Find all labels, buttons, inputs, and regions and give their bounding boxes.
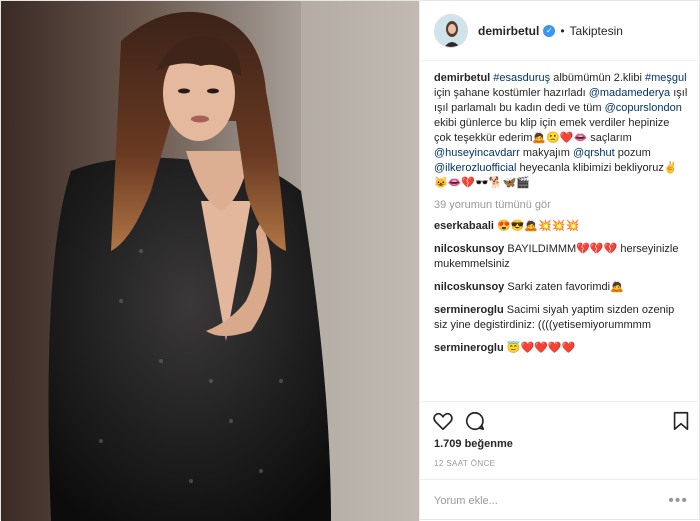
comment-item: nilcoskunsoy Sarki zaten favorimdi🙇	[434, 280, 688, 295]
action-bar	[420, 401, 700, 439]
post-header: demirbetul ✓ • Takiptesin	[420, 1, 700, 61]
comment-username[interactable]: sermineroglu	[434, 342, 504, 354]
comment-list: eserkabaali 😍😎🙇💥💥💥 nilcoskunsoy BAYILDIMM…	[434, 219, 688, 356]
caption-tag-link[interactable]: #meşgul	[645, 72, 687, 84]
caption-tag-link[interactable]: @ilkerozluofficial	[434, 162, 517, 174]
caption-segment: ekibi günlerce bu klip için emek verdile…	[434, 117, 670, 144]
instagram-post: demirbetul ✓ • Takiptesin demirbetul #es…	[0, 0, 700, 521]
header-username[interactable]: demirbetul	[478, 24, 539, 38]
post-timestamp[interactable]: 12 SAAT ÖNCE	[434, 459, 495, 468]
caption-segment: makyajım	[519, 147, 573, 159]
add-comment-bar: •••	[420, 479, 700, 521]
heart-icon[interactable]	[432, 410, 454, 432]
add-comment-input[interactable]	[434, 494, 654, 507]
follow-status[interactable]: Takiptesin	[570, 24, 623, 38]
caption-tag-link[interactable]: @qrshut	[573, 147, 615, 159]
post-photo-illustration	[1, 1, 419, 521]
comment-item: sermineroglu Sacimi siyah yaptim sizden …	[434, 303, 688, 333]
avatar-image	[435, 14, 467, 47]
post-photo[interactable]	[1, 1, 419, 521]
caption-text: #esasduruş albümümün 2.klibi #meşgul içi…	[434, 72, 687, 189]
caption-tag-link[interactable]: #esasduruş	[493, 72, 550, 84]
likes-count[interactable]: 1.709 beğenme	[434, 438, 513, 450]
comment-bubble-icon[interactable]	[464, 410, 486, 432]
header-separator: •	[560, 23, 565, 38]
comment-text: Sarki zaten favorimdi🙇	[507, 281, 624, 293]
comment-username[interactable]: nilcoskunsoy	[434, 243, 504, 255]
caption-segment: için şahane kostümler hazırladı	[434, 87, 589, 99]
more-dots-icon[interactable]: •••	[668, 492, 688, 510]
caption-segment: pozum	[614, 147, 651, 159]
post-caption: demirbetul #esasduruş albümümün 2.klibi …	[434, 71, 688, 191]
comment-text: 😍😎🙇💥💥💥	[497, 220, 580, 232]
comment-item: eserkabaali 😍😎🙇💥💥💥	[434, 219, 688, 234]
caption-tag-link[interactable]: @huseyincavdarr	[434, 147, 520, 159]
bookmark-icon[interactable]	[670, 410, 692, 432]
caption-username[interactable]: demirbetul	[434, 72, 490, 84]
comment-item: sermineroglu 😇❤️❤️❤️❤️	[434, 341, 688, 356]
caption-segment: albümümün 2.klibi	[550, 72, 645, 84]
comment-text: 😇❤️❤️❤️❤️	[506, 342, 576, 354]
comment-item: nilcoskunsoy BAYILDIMMM💔💔💔 herseyinizle …	[434, 242, 688, 272]
view-all-comments-link[interactable]: 39 yorumun tümünü gör	[434, 199, 688, 211]
caption-tag-link[interactable]: @copurslondon	[605, 102, 682, 114]
post-side-panel: demirbetul ✓ • Takiptesin demirbetul #es…	[419, 1, 700, 521]
comment-username[interactable]: sermineroglu	[434, 304, 504, 316]
comment-username[interactable]: eserkabaali	[434, 220, 494, 232]
verified-badge-icon: ✓	[543, 24, 556, 37]
caption-tag-link[interactable]: @madamederya	[589, 87, 670, 99]
comment-username[interactable]: nilcoskunsoy	[434, 281, 504, 293]
avatar[interactable]	[434, 13, 468, 48]
comments-section: demirbetul #esasduruş albümümün 2.klibi …	[420, 61, 700, 401]
